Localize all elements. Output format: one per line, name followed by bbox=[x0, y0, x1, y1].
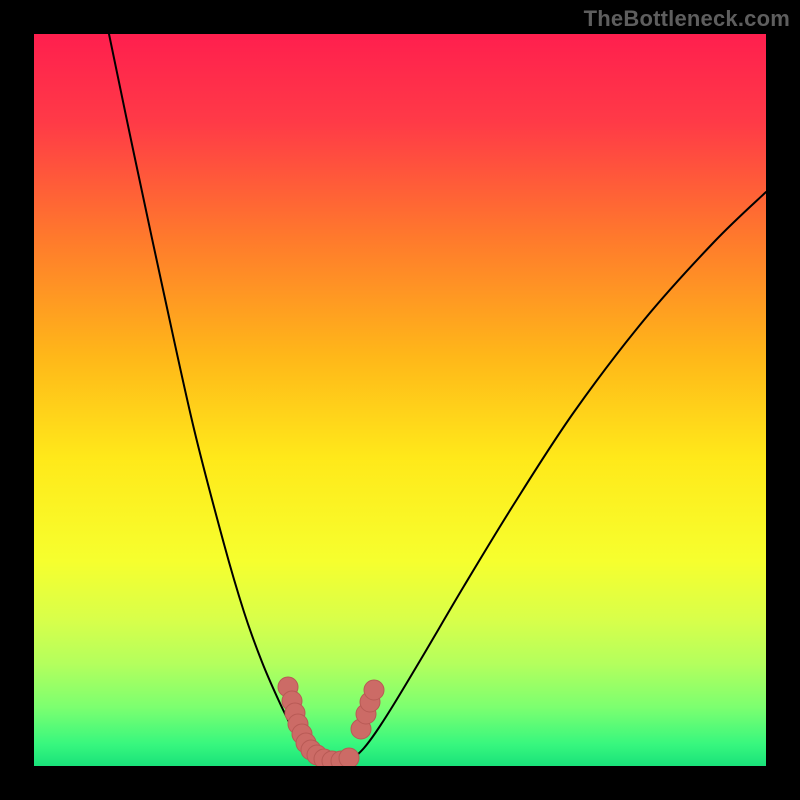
highlight-dot bbox=[339, 748, 359, 766]
plot-area bbox=[34, 34, 766, 766]
gradient-background bbox=[34, 34, 766, 766]
chart-svg bbox=[34, 34, 766, 766]
outer-frame: TheBottleneck.com bbox=[0, 0, 800, 800]
watermark-text: TheBottleneck.com bbox=[584, 6, 790, 32]
highlight-dot bbox=[364, 680, 384, 700]
